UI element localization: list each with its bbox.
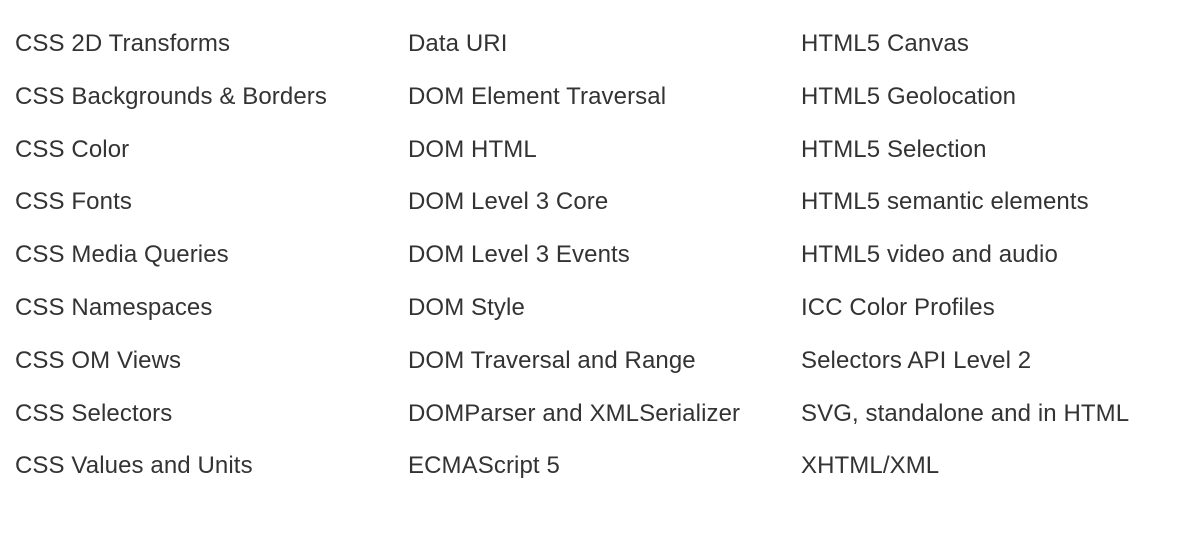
feature-item: DOM Element Traversal (408, 82, 667, 110)
feature-item: DOM HTML (408, 135, 537, 163)
feature-item: ICC Color Profiles (801, 293, 995, 321)
feature-item: CSS Backgrounds & Borders (15, 82, 327, 110)
feature-item: XHTML/XML (801, 452, 940, 480)
feature-item: DOM Level 3 Core (408, 188, 609, 216)
feature-item: CSS Fonts (15, 188, 132, 216)
feature-item: DOM Style (408, 293, 525, 321)
feature-item: CSS Color (15, 135, 130, 163)
feature-item: DOM Traversal and Range (408, 346, 696, 374)
feature-item: Data URI (408, 30, 508, 57)
feature-item: DOM Level 3 Events (408, 241, 630, 269)
feature-item: CSS Media Queries (15, 241, 229, 269)
feature-item: CSS Values and Units (15, 452, 253, 480)
feature-item: CSS 2D Transforms (15, 30, 231, 57)
feature-item: CSS Selectors (15, 399, 173, 427)
feature-item: HTML5 Selection (801, 135, 987, 163)
feature-item: ECMAScript 5 (408, 452, 560, 480)
feature-item: CSS Namespaces (15, 293, 213, 321)
feature-item: HTML5 Canvas (801, 30, 969, 57)
feature-column-1: CSS 2D Transforms CSS Backgrounds & Bord… (15, 26, 327, 501)
feature-item: DOMParser and XMLSerializer (408, 399, 741, 427)
feature-item: HTML5 semantic elements (801, 188, 1089, 216)
feature-item: CSS OM Views (15, 346, 182, 374)
feature-item: SVG, standalone and in HTML (801, 399, 1130, 427)
feature-item: Selectors API Level 2 (801, 346, 1032, 374)
feature-column-2: Data URI DOM Element Traversal DOM HTML … (408, 26, 740, 501)
feature-item: HTML5 video and audio (801, 241, 1058, 269)
feature-item: HTML5 Geolocation (801, 82, 1017, 110)
feature-list-page: CSS 2D Transforms CSS Backgrounds & Bord… (0, 0, 1194, 540)
feature-column-3: HTML5 Canvas HTML5 Geolocation HTML5 Sel… (801, 26, 1129, 501)
